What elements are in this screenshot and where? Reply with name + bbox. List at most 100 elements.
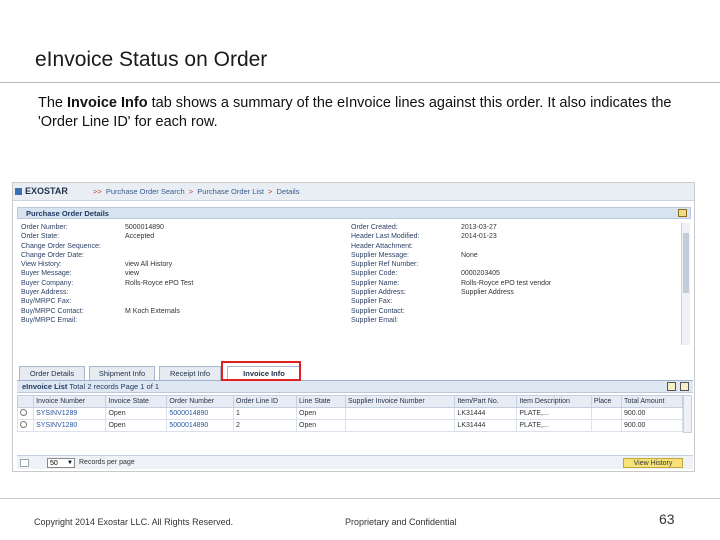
detail-row: Supplier Contact: [351, 307, 551, 316]
detail-label: Header Last Modified: [351, 233, 420, 241]
column-header[interactable]: Line State [296, 395, 346, 408]
detail-row: Change Order Date: [21, 251, 193, 260]
column-header[interactable]: Item/Part No. [454, 395, 518, 408]
table-row[interactable]: SYSINV1280 Open 5000014890 2 Open LK31444 PLAT… [16, 419, 683, 432]
table-cell [344, 419, 456, 432]
details-left-column: Order Number: 5000014890 Order State: Accep… [21, 223, 193, 325]
page-nav-icon[interactable] [20, 459, 29, 467]
detail-label: Supplier Message: [351, 251, 409, 259]
detail-row: Header Last Modified: 2014-01-23 [351, 232, 551, 241]
detail-label: Buy/MRPC Fax: [21, 298, 72, 306]
detail-label: Supplier Fax: [351, 298, 393, 306]
column-header[interactable] [16, 395, 35, 408]
detail-label: Supplier Code: [351, 270, 398, 278]
print-icon[interactable] [667, 382, 676, 391]
tab-order-details[interactable]: Order Details [19, 366, 85, 380]
einvoice-list-title: eInvoice List Total 2 records Page 1 of … [22, 382, 159, 391]
detail-row: Buyer Address: [21, 288, 193, 297]
tab-bar: Order Details Shipment Info Receipt Info… [17, 365, 693, 381]
detail-row: Supplier Address: Supplier Address [351, 288, 551, 297]
column-header[interactable]: Item Description [516, 395, 592, 408]
table-body: SYSINV1289 Open 5000014890 1 Open LK31444 PLAT… [16, 407, 683, 432]
breadcrumb-po-search[interactable]: Purchase Order Search [106, 187, 185, 196]
intro-text: The Invoice Info tab shows a summary of … [38, 94, 698, 132]
detail-row: Buyer Company: Rolls-Royce ePO Test [21, 279, 193, 288]
scrollbar-thumb[interactable] [683, 233, 689, 293]
column-header[interactable]: Order Number [166, 395, 235, 408]
detail-value: Accepted [125, 233, 155, 241]
detail-row: Supplier Message: None [351, 251, 551, 260]
table-cell: 1 [233, 407, 298, 420]
edit-icon[interactable] [678, 209, 687, 217]
detail-row: Buyer Message: view [21, 269, 193, 278]
app-screenshot: EXOSTAR >> Purchase Order Search > Purch… [12, 182, 695, 472]
table-cell [344, 407, 456, 420]
view-history-button[interactable]: View History [623, 458, 683, 468]
column-header[interactable]: Total Amount [621, 395, 683, 408]
detail-row: Order Number: 5000014890 [21, 223, 193, 232]
breadcrumb-details: Details [276, 187, 300, 196]
column-header[interactable]: Place [590, 395, 623, 408]
export-icon[interactable] [680, 382, 689, 391]
intro-bold: Invoice Info [67, 95, 148, 111]
list-title: eInvoice List [22, 382, 68, 391]
radio-button-icon[interactable] [20, 409, 27, 416]
detail-value: view All History [125, 261, 173, 269]
column-header[interactable]: Order Line ID [233, 395, 298, 408]
breadcrumb-po-list[interactable]: Purchase Order List [197, 187, 264, 196]
table-cell[interactable]: 5000014890 [166, 407, 235, 420]
detail-label: Supplier Email: [351, 316, 399, 324]
table-cell[interactable]: 5000014890 [166, 419, 235, 432]
breadcrumb: >> Purchase Order Search > Purchase Orde… [91, 187, 299, 196]
detail-row: Buy/MRPC Email: [21, 316, 193, 325]
row-select-cell[interactable] [16, 407, 35, 420]
pager: 50 ▼ Records per page View History [17, 455, 693, 469]
detail-label: Order Number: [21, 224, 68, 231]
row-select-cell[interactable] [16, 419, 35, 432]
footer: Copyright 2014 Exostar LLC. All Rights R… [0, 499, 720, 540]
intro-prefix: The [38, 95, 68, 111]
detail-value: 5000014890 [125, 224, 164, 231]
radio-button-icon[interactable] [20, 421, 27, 428]
table-cell [590, 407, 623, 420]
detail-label: Buyer Message: [21, 270, 72, 278]
detail-label: View History: [21, 261, 62, 269]
records-per-page-label: Records per page [79, 459, 135, 466]
page-size-select[interactable]: 50 ▼ [47, 458, 75, 468]
table-cell: 2 [233, 419, 298, 432]
table-cell [590, 419, 623, 432]
table-cell: 900.00 [621, 407, 683, 420]
detail-value: 2013-03-27 [461, 224, 497, 231]
detail-value: Rolls-Royce ePO Test [125, 279, 194, 287]
detail-value: Supplier Address [461, 289, 514, 297]
einvoice-list-header: eInvoice List Total 2 records Page 1 of … [17, 381, 693, 393]
table-cell: PLATE,... [516, 419, 592, 432]
column-header[interactable]: Invoice State [105, 395, 168, 408]
breadcrumb-separator-icon: > [268, 187, 273, 196]
tab-shipment-info[interactable]: Shipment Info [89, 366, 155, 380]
column-header[interactable]: Invoice Number [33, 395, 107, 408]
confidential-text: Proprietary and Confidential [345, 517, 457, 527]
table-cell: Open [105, 407, 168, 420]
detail-label: Buyer Address: [21, 289, 69, 297]
detail-label: Supplier Address: [351, 289, 406, 297]
po-details-header[interactable]: Purchase Order Details [17, 207, 691, 219]
table-row[interactable]: SYSINV1289 Open 5000014890 1 Open LK31444 PLAT… [16, 407, 683, 420]
table-cell[interactable]: SYSINV1280 [33, 419, 107, 432]
detail-row: Buy/MRPC Contact: M Koch Externals [21, 307, 193, 316]
slide-title: eInvoice Status on Order [35, 48, 268, 71]
details-scrollbar[interactable] [681, 223, 690, 345]
column-header[interactable]: Supplier Invoice Number [344, 395, 456, 408]
detail-row: Order Created: 2013-03-27 [351, 223, 551, 232]
detail-row: Supplier Code: 0000203405 [351, 269, 551, 278]
table-cell[interactable]: SYSINV1289 [33, 407, 107, 420]
detail-label: Buy/MRPC Email: [21, 316, 78, 324]
detail-row: Supplier Fax: [351, 297, 551, 306]
detail-value: view [125, 270, 140, 278]
table-cell: Open [105, 419, 168, 432]
table-scrollbar[interactable] [683, 395, 692, 433]
page-number: 63 [659, 511, 675, 527]
tab-receipt-info[interactable]: Receipt Info [159, 366, 221, 380]
breadcrumb-separator-icon: > [188, 187, 194, 196]
title-divider [0, 82, 720, 83]
